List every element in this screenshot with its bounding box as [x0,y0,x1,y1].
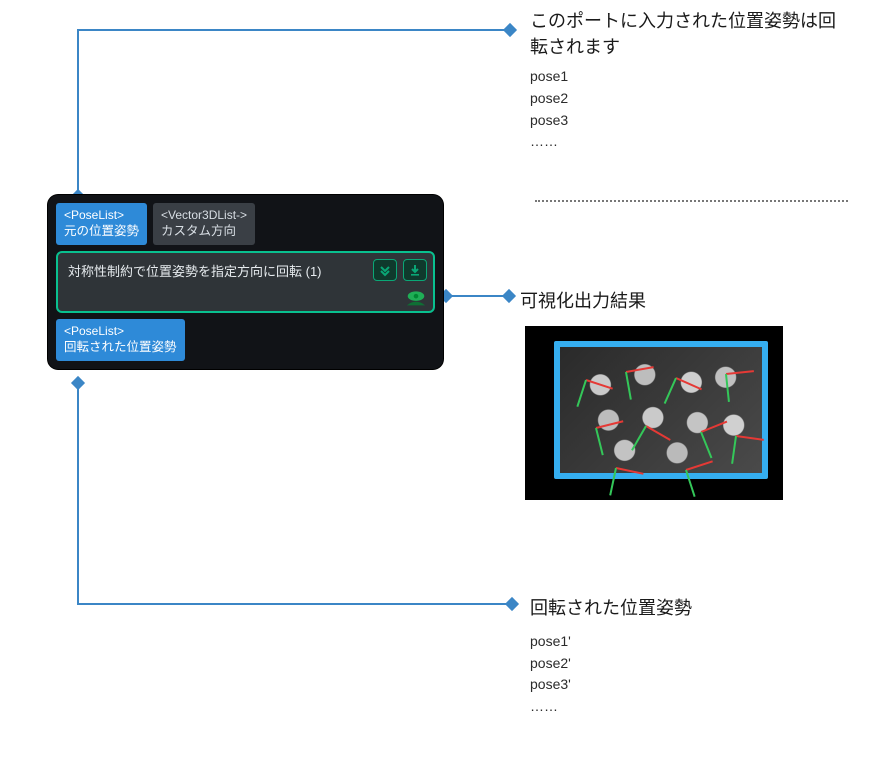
input-port-poselist[interactable]: <PoseList> 元の位置姿勢 [56,203,147,245]
preview-tray [554,341,768,479]
leader-marker [71,376,85,390]
output-ports: <PoseList> 回転された位置姿勢 [56,319,435,361]
port-type: <PoseList> [64,323,177,339]
collapse-icon[interactable] [373,259,397,281]
port-type: <PoseList> [64,207,139,223]
port-label: カスタム方向 [161,223,247,240]
leader-marker [503,23,517,37]
annotation-visualize-text: 可視化出力結果 [520,291,646,311]
list-item: pose2 [530,88,840,110]
annotation-input-list: pose1 pose2 pose3 …… [530,66,840,153]
list-item: …… [530,696,850,718]
node-title: 対称性制約で位置姿勢を指定方向に回転 (1) [68,264,322,279]
node-panel: <PoseList> 元の位置姿勢 <Vector3DList-> カスタム方向… [48,195,443,369]
annotation-output-list: pose1' pose2' pose3' …… [530,631,850,718]
port-type: <Vector3DList-> [161,207,247,223]
node-body[interactable]: 対称性制約で位置姿勢を指定方向に回転 (1) [56,251,435,313]
input-port-vector3dlist[interactable]: <Vector3DList-> カスタム方向 [153,203,255,245]
annotation-input-text: このポートに入力された位置姿勢は回転されます [530,11,836,57]
output-port-poselist[interactable]: <PoseList> 回転された位置姿勢 [56,319,185,361]
node-action-icons [373,259,427,281]
list-item: pose1 [530,66,840,88]
list-item: pose3' [530,674,850,696]
eye-icon[interactable] [405,289,427,307]
divider [535,200,848,202]
annotation-output: 回転された位置姿勢 pose1' pose2' pose3' …… [530,595,850,718]
port-label: 回転された位置姿勢 [64,339,177,356]
list-item: …… [530,131,840,153]
input-ports: <PoseList> 元の位置姿勢 <Vector3DList-> カスタム方向 [56,203,435,245]
list-item: pose2' [530,653,850,675]
download-icon[interactable] [403,259,427,281]
annotation-input: このポートに入力された位置姿勢は回転されます pose1 pose2 pose3… [530,8,840,153]
visualization-preview [525,326,783,500]
leader-marker [505,597,519,611]
annotation-output-text: 回転された位置姿勢 [530,598,692,618]
port-label: 元の位置姿勢 [64,223,139,240]
list-item: pose3 [530,110,840,132]
leader-marker [502,289,516,303]
list-item: pose1' [530,631,850,653]
annotation-visualize: 可視化出力結果 [520,288,840,314]
